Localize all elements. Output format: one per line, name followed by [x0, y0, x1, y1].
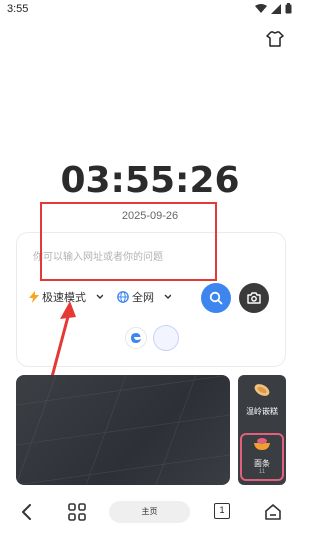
theme-shirt-icon[interactable]: [266, 30, 284, 48]
tabs-button[interactable]: 1: [214, 503, 230, 519]
back-arrow-icon[interactable]: [18, 502, 36, 522]
home-button[interactable]: 主页: [109, 501, 190, 523]
battery-icon: [285, 3, 292, 14]
apps-grid-icon[interactable]: [67, 502, 87, 522]
bottom-navigation: 主页 1: [0, 490, 300, 533]
mode-dropdown[interactable]: 极速模式: [29, 289, 103, 305]
search-button[interactable]: [201, 283, 231, 313]
search-card: 你可以输入网址或者你的问题 极速模式 全网: [16, 232, 286, 367]
camera-icon: [247, 292, 261, 304]
card-texture-icon: [16, 375, 230, 485]
noodle-bowl-icon: [254, 438, 270, 450]
food-item[interactable]: 温岭嵌糕: [238, 381, 286, 421]
status-icons: [255, 3, 292, 14]
status-time: 3:55: [7, 3, 29, 15]
chevron-down-icon: [164, 294, 171, 299]
food-feed-card[interactable]: 温岭嵌糕 面条 11: [238, 375, 286, 485]
clock-time: 03:55:26: [60, 160, 240, 201]
globe-icon: [117, 291, 129, 303]
search-input[interactable]: 你可以输入网址或者你的问题: [33, 248, 163, 263]
feed-dark-card[interactable]: [16, 375, 230, 485]
camera-button[interactable]: [239, 283, 269, 313]
mode-label: 极速模式: [42, 292, 86, 304]
network-dropdown[interactable]: 全网: [117, 289, 171, 305]
edge-logo-icon: [131, 333, 141, 343]
menu-home-icon[interactable]: [263, 502, 283, 522]
food-item-label: 面条: [254, 459, 270, 468]
edge-shortcut-icon[interactable]: [125, 327, 147, 349]
search-icon: [209, 291, 223, 305]
lightning-icon: [29, 291, 39, 303]
wifi-icon: [255, 3, 267, 13]
food-icon: [254, 384, 270, 396]
food-item[interactable]: 面条 11: [240, 433, 284, 481]
network-label: 全网: [132, 292, 154, 304]
food-item-sub: 11: [258, 469, 266, 475]
clock-date: 2025-09-26: [121, 210, 179, 222]
food-item-label: 温岭嵌糕: [246, 407, 278, 416]
chevron-down-icon: [96, 294, 103, 299]
add-shortcut-button[interactable]: [153, 325, 179, 351]
status-bar: 3:55: [0, 0, 300, 20]
signal-icon: [271, 3, 281, 14]
